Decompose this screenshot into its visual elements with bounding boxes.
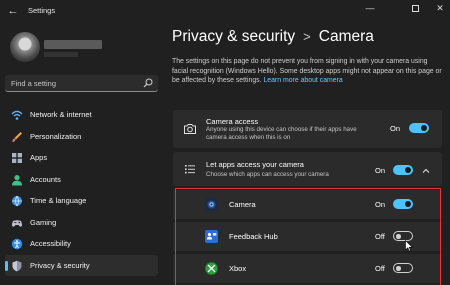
sidebar-item-gaming[interactable]: Gaming — [5, 212, 158, 234]
back-arrow-icon[interactable]: ← — [6, 4, 20, 18]
sidebar-nav: Network & internet Personalization Apps … — [5, 104, 158, 276]
camera-access-description: Anyone using this device can choose if t… — [206, 126, 357, 141]
mouse-cursor-icon — [405, 240, 413, 252]
search-icon — [143, 78, 153, 88]
list-icon — [183, 162, 197, 176]
apps-icon — [11, 152, 23, 164]
title-bar: ← Settings — ✕ — [0, 0, 450, 22]
minimize-button[interactable]: — — [355, 0, 385, 16]
maximize-icon — [411, 4, 419, 12]
camera-access-state: On — [390, 124, 401, 133]
learn-more-link[interactable]: Learn more about camera — [263, 77, 342, 84]
sidebar-item-label: Gaming — [30, 217, 57, 227]
apps-access-description: Choose which apps can access your camera — [206, 171, 329, 178]
apps-access-card[interactable]: Let apps access your camera Choose which… — [173, 152, 442, 186]
sidebar-item-label: Apps — [30, 153, 48, 163]
highlight-box — [175, 188, 441, 285]
sidebar-item-label: Privacy & security — [30, 260, 90, 270]
breadcrumb-section[interactable]: Privacy & security — [172, 28, 295, 45]
sidebar-item-label: Network & internet — [30, 110, 92, 120]
globe-icon — [11, 195, 23, 207]
sidebar-item-accessibility[interactable]: Accessibility — [5, 233, 158, 255]
info-text: The settings on this page do not prevent… — [172, 57, 442, 86]
apps-access-state: On — [375, 166, 386, 175]
window-title: Settings — [28, 6, 56, 15]
gamepad-icon — [11, 217, 23, 229]
sidebar-item-privacy-security[interactable]: Privacy & security — [5, 254, 158, 276]
sidebar-item-accounts[interactable]: Accounts — [5, 169, 158, 191]
page-title: Camera — [318, 28, 374, 45]
chevron-up-icon[interactable] — [421, 163, 431, 173]
wifi-icon — [11, 109, 23, 121]
sidebar-item-label: Personalization — [30, 131, 82, 141]
user-email-redacted — [44, 52, 78, 57]
avatar[interactable] — [10, 32, 40, 62]
sidebar-item-label: Time & language — [30, 196, 87, 206]
sidebar-item-label: Accessibility — [30, 239, 71, 249]
close-button[interactable]: ✕ — [425, 0, 450, 16]
breadcrumb-separator: > — [303, 29, 311, 44]
sidebar-item-label: Accounts — [30, 174, 61, 184]
apps-access-toggle[interactable] — [393, 165, 413, 175]
brush-icon — [11, 131, 23, 143]
search-input[interactable]: Find a setting — [5, 75, 158, 92]
camera-access-title: Camera access — [206, 117, 259, 126]
sidebar-item-apps[interactable]: Apps — [5, 147, 158, 169]
person-icon — [11, 174, 23, 186]
breadcrumb: Privacy & security > Camera — [172, 28, 374, 46]
camera-access-card: Camera access Anyone using this device c… — [173, 110, 442, 148]
user-name-redacted — [44, 40, 102, 49]
camera-access-toggle[interactable] — [409, 123, 429, 133]
sidebar-item-time-language[interactable]: Time & language — [5, 190, 158, 212]
camera-icon — [183, 122, 197, 136]
apps-access-title: Let apps access your camera — [206, 160, 304, 169]
shield-icon — [11, 260, 23, 272]
sidebar-item-personalization[interactable]: Personalization — [5, 126, 158, 148]
sidebar-item-network[interactable]: Network & internet — [5, 104, 158, 126]
search-placeholder: Find a setting — [11, 79, 57, 88]
avatar-image — [10, 32, 40, 62]
accessibility-icon — [11, 238, 23, 250]
